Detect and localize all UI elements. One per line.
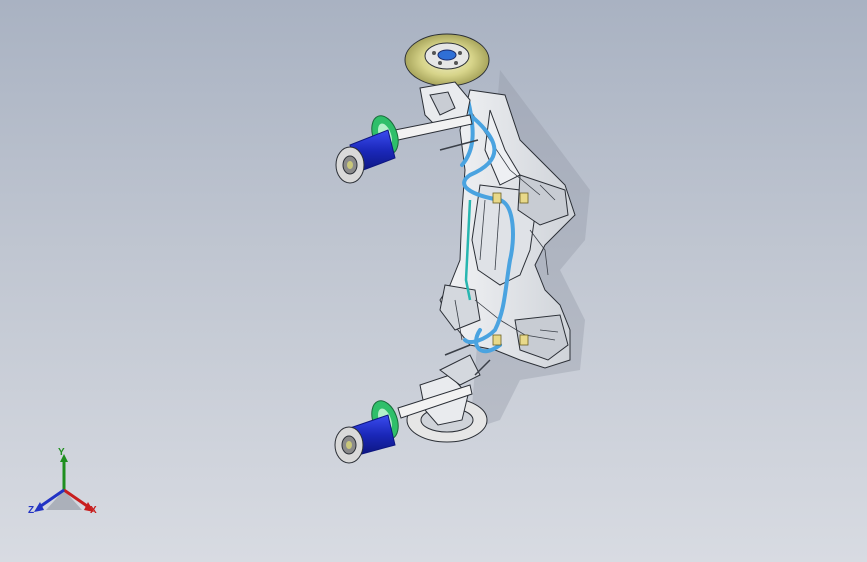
graphics-viewport[interactable]: Y X Z — [0, 0, 867, 562]
z-axis-label: Z — [28, 505, 35, 516]
view-orientation-triad: Y X Z — [24, 446, 104, 526]
subframe — [439, 89, 576, 369]
suspension-assembly-model[interactable] — [0, 0, 867, 562]
x-axis-label: X — [90, 505, 97, 516]
upper-brake-rotor — [404, 33, 490, 87]
y-axis-label: Y — [58, 447, 65, 458]
